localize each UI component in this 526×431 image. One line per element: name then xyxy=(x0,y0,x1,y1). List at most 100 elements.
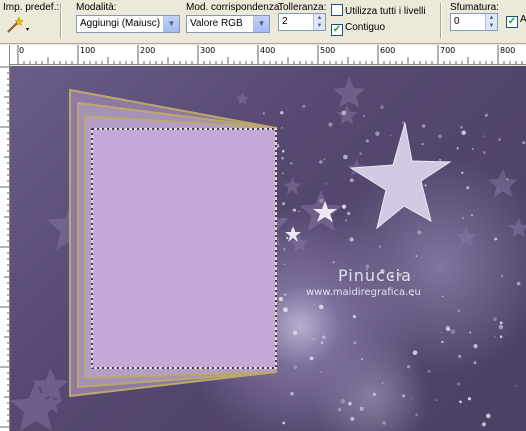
sparkle-dot xyxy=(450,329,456,335)
spin-up-icon[interactable]: ▲ xyxy=(486,14,497,22)
sparkle-dot xyxy=(340,398,346,404)
sparkle-dot xyxy=(378,245,381,248)
ruler-tick-label: 800 xyxy=(500,46,516,55)
contiguous-checkbox[interactable]: ✓ Contiguo xyxy=(331,22,385,36)
sparkle-dot xyxy=(469,331,472,334)
sparkle-dot xyxy=(349,237,354,242)
sparkle-dot xyxy=(473,344,478,349)
canvas-artwork[interactable] xyxy=(10,66,526,431)
sparkle-dot xyxy=(298,210,300,213)
horizontal-ruler: 0 100 200 300 400 500 600 700 800 xyxy=(10,45,526,65)
ruler-tick-label: 400 xyxy=(260,46,276,55)
sparkle-dot xyxy=(347,211,351,215)
sparkle-dot xyxy=(343,154,348,160)
sparkle-dot xyxy=(415,255,418,257)
sparkle-dot xyxy=(380,105,384,109)
sparkle-dot xyxy=(323,158,326,161)
watermark-name: Pinuccia xyxy=(338,266,412,285)
frame-selection-fill[interactable] xyxy=(92,129,276,368)
sparkle-dot xyxy=(484,113,488,117)
sparkle-dot xyxy=(284,293,287,296)
sparkle-dot xyxy=(325,183,327,185)
sparkle-dot xyxy=(359,406,364,411)
sparkle-dot xyxy=(457,309,461,313)
sparkle-dot xyxy=(494,336,496,338)
mode-select[interactable]: Aggiungi (Maiusc) ▼ xyxy=(76,15,180,33)
sparkle-dot xyxy=(352,315,356,319)
sparkle-dot xyxy=(281,150,285,153)
toolbar-separator xyxy=(60,3,62,39)
spin-buttons[interactable]: ▲ ▼ xyxy=(313,14,325,30)
sparkle-dot xyxy=(290,162,293,165)
checkmark-icon: ✓ xyxy=(506,16,518,28)
sparkle-dot xyxy=(382,421,387,425)
ruler-ticks xyxy=(0,66,9,428)
match-mode-select[interactable]: Valore RGB ▼ xyxy=(186,15,270,33)
background-star xyxy=(488,169,518,198)
sparkle-dot xyxy=(332,261,335,264)
ruler-tick-label: 500 xyxy=(320,46,336,55)
sparkle-dot xyxy=(498,324,504,330)
sparkle-dot xyxy=(281,156,285,160)
vertical-ruler xyxy=(0,45,10,431)
sparkle-dot xyxy=(415,413,418,416)
sparkle-dot xyxy=(440,331,442,333)
sparkle-dot xyxy=(292,330,298,336)
antialias-label: A xyxy=(520,14,526,25)
sparkle-dot xyxy=(309,356,314,361)
spin-down-icon[interactable]: ▼ xyxy=(486,22,497,30)
sparkle-dot xyxy=(328,122,333,127)
contiguous-label: Contiguo xyxy=(345,22,386,33)
sparkle-dot xyxy=(411,397,413,399)
sparkle-dot xyxy=(456,147,459,150)
background-star xyxy=(333,77,366,108)
sparkle-dot xyxy=(381,382,384,384)
sparkle-dot xyxy=(516,281,521,286)
sparkle-dot xyxy=(493,317,497,321)
sparkle-dot xyxy=(441,340,444,343)
image-canvas[interactable]: Pinuccia www.maidiregrafica.eu xyxy=(10,66,526,431)
feather-stepper[interactable]: 0 ▲ ▼ xyxy=(450,13,498,31)
sparkle-dot xyxy=(293,208,297,212)
sparkle-dot xyxy=(322,335,326,339)
sparkle-dot xyxy=(424,184,427,187)
spin-down-icon[interactable]: ▼ xyxy=(314,22,325,30)
chevron-down-icon: ▼ xyxy=(163,16,179,32)
sparkle-dot xyxy=(313,303,316,306)
sparkle-dot xyxy=(497,190,499,192)
spin-buttons[interactable]: ▲ ▼ xyxy=(485,14,497,30)
background-star xyxy=(283,177,302,195)
sparkle-dot xyxy=(282,421,286,425)
sparkle-dot xyxy=(467,397,471,401)
sparkle-dot xyxy=(473,361,477,364)
sparkle-dot xyxy=(283,247,286,251)
sparkle-dot xyxy=(349,178,354,183)
sparkle-dot xyxy=(514,384,517,387)
mode-value: Aggiungi (Maiusc) xyxy=(80,18,161,29)
sparkle-dot xyxy=(361,358,363,360)
ruler-tick-label: 100 xyxy=(80,46,96,55)
sparkle-dot xyxy=(472,148,474,150)
sparkle-dot xyxy=(285,236,289,240)
spin-up-icon[interactable]: ▲ xyxy=(314,14,325,22)
sparkle-dot xyxy=(421,143,424,146)
sparkle-dot xyxy=(372,392,376,396)
sparkle-dot xyxy=(348,401,352,406)
sparkle-dot xyxy=(522,141,526,145)
sparkle-dot xyxy=(283,263,286,265)
sparkle-dot xyxy=(494,237,498,241)
magic-wand-preset-button[interactable] xyxy=(4,14,32,36)
sparkle-dot xyxy=(470,213,474,217)
use-all-layers-checkbox[interactable]: Utilizza tutti i livelli xyxy=(331,4,426,17)
sparkle-dot xyxy=(486,413,491,419)
chevron-down-icon: ▼ xyxy=(253,16,269,32)
sparkle-dot xyxy=(439,158,442,161)
antialias-checkbox[interactable]: ✓ A xyxy=(506,14,526,28)
sparkle-dot xyxy=(441,295,444,298)
tolerance-value: 2 xyxy=(282,16,288,27)
sparkle-dot xyxy=(320,370,322,373)
match-mode-value: Valore RGB xyxy=(190,18,243,29)
sparkle-dot xyxy=(412,350,418,356)
tolerance-stepper[interactable]: 2 ▲ ▼ xyxy=(278,13,326,31)
sparkle-dot xyxy=(407,365,411,369)
